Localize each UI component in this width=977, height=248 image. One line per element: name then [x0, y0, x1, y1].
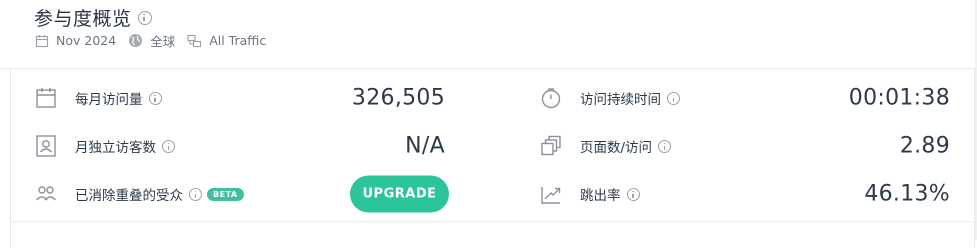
date-filter[interactable]: Nov 2024: [35, 33, 116, 48]
monthly-visits-value: 326,505: [351, 85, 445, 111]
metric-label: 每月访问量: [75, 88, 162, 108]
pages-per-visit-value: 2.89: [899, 133, 950, 159]
metric-pages-per-visit: 页面数/访问 2.89: [540, 128, 950, 164]
calendar-icon: [35, 34, 49, 47]
page-header: 参与度概览 Nov 2024 全球 All Traffic: [0, 0, 977, 69]
unique-visitors-value: N/A: [405, 133, 445, 159]
region-filter[interactable]: 全球: [128, 31, 175, 50]
info-icon[interactable]: [667, 91, 680, 105]
metric-unique-visitors: 月独立访客数 N/A: [35, 128, 445, 164]
traffic-source-icon: [187, 34, 202, 47]
upgrade-button[interactable]: UPGRADE: [350, 175, 449, 213]
metric-label: 页面数/访问: [580, 136, 672, 156]
visitor-id-icon: [36, 135, 56, 157]
visit-duration-value: 00:01:38: [848, 85, 950, 111]
pages-per-visit-label: 页面数/访问: [580, 140, 653, 156]
info-icon[interactable]: [148, 91, 162, 105]
page-title: 参与度概览: [34, 8, 132, 30]
info-icon[interactable]: [626, 187, 640, 201]
beta-badge: BETA: [207, 187, 244, 201]
region-label: 全球: [150, 34, 176, 49]
traffic-filter[interactable]: All Traffic: [187, 33, 266, 48]
calendar-icon: [36, 88, 56, 108]
traffic-label: All Traffic: [209, 33, 267, 48]
metric-label: 已消除重叠的受众 BETA: [75, 184, 244, 204]
metric-monthly-visits: 每月访问量 326,505: [35, 80, 445, 116]
bounce-rate-label: 跳出率: [580, 188, 621, 204]
title-row: 参与度概览: [34, 4, 152, 31]
monthly-visits-label: 每月访问量: [75, 92, 143, 108]
pages-icon: [541, 135, 561, 156]
info-icon[interactable]: [189, 187, 202, 201]
metric-deduplicated-audience: 已消除重叠的受众 BETA UPGRADE: [35, 175, 449, 213]
timer-icon: [541, 88, 561, 109]
bounce-arrow-icon: [541, 187, 561, 204]
filters-row: Nov 2024 全球 All Traffic: [35, 31, 278, 50]
metric-label: 访问持续时间: [580, 88, 680, 108]
info-icon[interactable]: [162, 139, 175, 153]
date-label: Nov 2024: [56, 33, 117, 48]
deduplicated-audience-label: 已消除重叠的受众: [75, 188, 183, 204]
audience-icon: [35, 186, 57, 201]
globe-icon: [129, 34, 143, 47]
info-icon[interactable]: [658, 139, 672, 153]
metric-label: 跳出率: [580, 184, 640, 204]
info-icon[interactable]: [137, 10, 152, 25]
metric-visit-duration: 访问持续时间 00:01:38: [540, 80, 950, 116]
visit-duration-label: 访问持续时间: [580, 92, 661, 108]
metric-bounce-rate: 跳出率 46.13%: [540, 176, 950, 212]
metric-label: 月独立访客数: [75, 136, 175, 156]
bounce-rate-value: 46.13%: [864, 181, 950, 207]
unique-visitors-label: 月独立访客数: [75, 140, 156, 156]
bottom-divider: [10, 221, 975, 222]
